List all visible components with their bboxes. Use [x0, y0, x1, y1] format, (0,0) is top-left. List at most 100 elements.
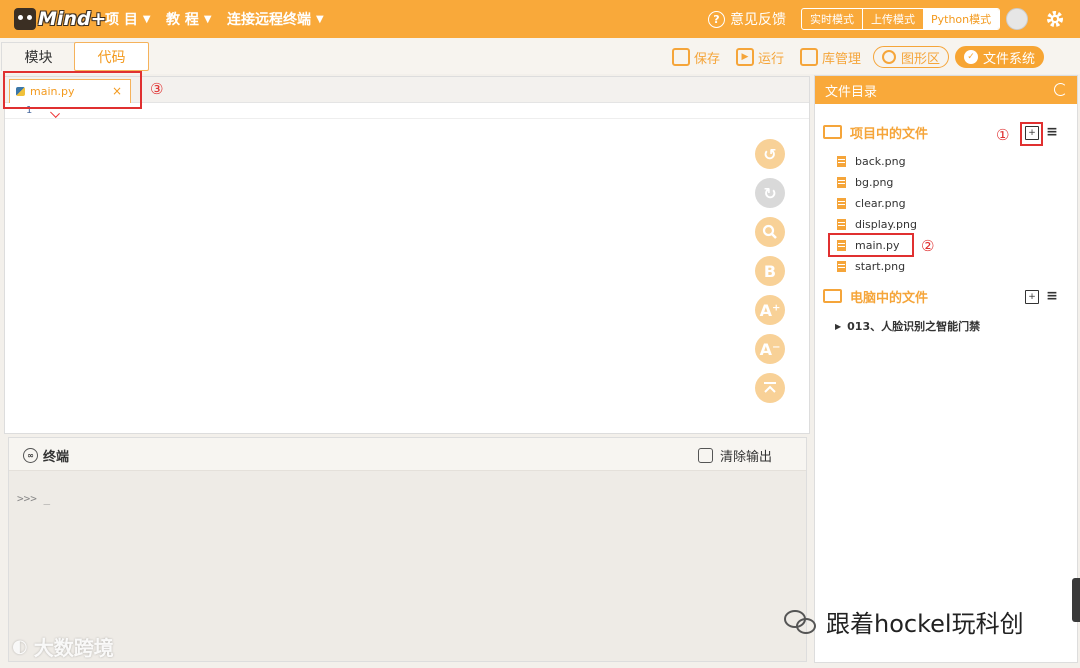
menu-list-icon[interactable]: ≡ — [1045, 124, 1059, 140]
broom-icon — [697, 448, 713, 463]
file-directory-header: 文件目录 — [815, 76, 1077, 104]
file-icon — [837, 197, 846, 209]
text-cursor — [50, 108, 60, 118]
file-item[interactable]: bg.png — [837, 173, 893, 191]
pc-folder-name: 013、人脸识别之智能门禁 — [847, 320, 981, 333]
undo-button[interactable]: ↺ — [755, 139, 785, 169]
menu-project-label: 项 目 — [105, 12, 138, 28]
link-icon: ∞ — [23, 448, 38, 463]
wechat-icon — [784, 608, 818, 636]
menu-project[interactable]: 项 目 ▼ — [105, 0, 151, 38]
mode-python[interactable]: Python模式 — [923, 9, 1000, 29]
save-button[interactable]: 保存 — [672, 46, 720, 68]
refresh-icon[interactable] — [1054, 83, 1067, 96]
redo-icon: ↻ — [763, 183, 777, 203]
chevron-down-icon: ▼ — [203, 13, 212, 25]
save-label: 保存 — [694, 51, 721, 67]
pc-files-section[interactable]: 电脑中的文件 — [823, 286, 928, 306]
file-icon — [837, 260, 846, 272]
app-logo: Mind+ — [14, 6, 106, 32]
feedback-label: 意见反馈 — [730, 12, 786, 28]
mode-upload[interactable]: 上传模式 — [863, 9, 923, 29]
menu-list-icon[interactable]: ≡ — [1045, 288, 1059, 304]
file-icon — [837, 176, 846, 188]
tab-code[interactable]: 代码 — [74, 42, 149, 71]
chevron-down-icon: ▼ — [142, 13, 151, 25]
scroll-top-button[interactable] — [755, 373, 785, 403]
top-bar: Mind+ 项 目 ▼ 教 程 ▼ 连接远程终端 ▼ ? 意见反馈 实时模式 上传模式… — [0, 0, 1080, 38]
clear-output-button[interactable]: 清除输出 — [697, 446, 772, 465]
target-icon — [882, 50, 896, 64]
feedback-button[interactable]: ? 意见反馈 — [708, 9, 786, 29]
file-directory-panel: 文件目录 项目中的文件 + ≡ back.png bg.png clear.pn… — [814, 75, 1078, 663]
to-top-icon — [764, 382, 776, 393]
library-manager-button[interactable]: 库管理 — [800, 46, 861, 68]
annotation-2: ② — [921, 237, 935, 255]
annotation-3: ③ — [150, 80, 164, 98]
file-name: clear.png — [855, 196, 906, 210]
file-item[interactable]: start.png — [837, 257, 905, 275]
terminal-prompt[interactable]: >>> _ — [17, 492, 50, 505]
menu-remote-terminal-label: 连接远程终端 — [227, 12, 311, 28]
save-icon — [672, 48, 690, 66]
menu-tutorial-label: 教 程 — [166, 12, 199, 28]
mode-realtime[interactable]: 实时模式 — [802, 9, 863, 29]
new-file-icon[interactable]: + — [1025, 290, 1039, 304]
terminal-panel: ∞ 终端 清除输出 >>> _ — [8, 437, 807, 662]
bold-icon: B — [763, 261, 777, 281]
watermark-right: 跟着hockel玩科创 — [784, 604, 1024, 639]
search-button[interactable] — [755, 217, 785, 247]
redo-button[interactable]: ↻ — [755, 178, 785, 208]
file-name: start.png — [855, 259, 906, 273]
code-editor: main.py × 1 ↺ ↻ B A⁺ A⁻ — [4, 76, 810, 434]
file-name: back.png — [855, 154, 906, 168]
annotation-1: ① — [996, 126, 1010, 144]
brand-name: Mind+ — [38, 8, 107, 30]
font-decrease-button[interactable]: A⁻ — [755, 334, 785, 364]
annotation-box-tab — [3, 71, 142, 109]
pc-folder-item[interactable]: ▶ 013、人脸识别之智能门禁 — [835, 318, 980, 334]
file-system-label: 文件系统 — [983, 51, 1036, 67]
menu-remote-terminal[interactable]: 连接远程终端 ▼ — [227, 0, 324, 38]
watermark-left: ◐ 大数跨境 — [12, 632, 114, 661]
library-icon — [800, 48, 818, 66]
terminal-header: ∞ 终端 清除输出 — [9, 438, 806, 471]
side-scroll-handle[interactable] — [1072, 578, 1080, 622]
project-files-section[interactable]: 项目中的文件 — [823, 122, 928, 142]
undo-icon: ↺ — [763, 144, 777, 164]
clear-output-label: 清除输出 — [719, 450, 772, 465]
terminal-title: ∞ 终端 — [23, 446, 69, 465]
run-button[interactable]: ▶ 运行 — [736, 46, 784, 68]
terminal-title-label: 终端 — [43, 450, 70, 465]
graphics-label: 图形区 — [901, 51, 941, 67]
file-name: display.png — [855, 217, 917, 231]
menu-tutorial[interactable]: 教 程 ▼ — [166, 0, 212, 38]
file-item[interactable]: clear.png — [837, 194, 906, 212]
mode-switch: 实时模式 上传模式 Python模式 — [801, 8, 1001, 30]
sub-toolbar: 模块 代码 保存 ▶ 运行 库管理 图形区 ✓ 文件系统 — [0, 38, 1080, 74]
annotation-box-new-file — [1020, 122, 1043, 146]
pc-files-label: 电脑中的文件 — [850, 290, 929, 306]
bold-button[interactable]: B — [755, 256, 785, 286]
file-item[interactable]: display.png — [837, 215, 917, 233]
play-icon: ▶ — [736, 48, 754, 66]
graphics-area-button[interactable]: 图形区 — [873, 46, 950, 68]
tab-blocks[interactable]: 模块 — [1, 42, 76, 71]
run-label: 运行 — [758, 51, 785, 67]
font-increase-button[interactable]: A⁺ — [755, 295, 785, 325]
file-directory-title: 文件目录 — [825, 84, 878, 100]
avatar[interactable] — [1006, 8, 1028, 30]
caret-right-icon: ▶ — [835, 321, 842, 331]
question-icon: ? — [708, 10, 725, 28]
watermark-right-text: 跟着hockel玩科创 — [826, 610, 1024, 638]
file-icon — [837, 218, 846, 230]
file-name: bg.png — [855, 175, 894, 189]
file-system-button[interactable]: ✓ 文件系统 — [955, 46, 1045, 68]
watermark-logo-icon: ◐ — [12, 636, 28, 657]
search-icon — [762, 224, 777, 239]
file-item[interactable]: back.png — [837, 152, 906, 170]
check-icon: ✓ — [964, 50, 978, 64]
gear-icon[interactable] — [1044, 8, 1066, 30]
file-icon — [837, 155, 846, 167]
folder-list-icon — [823, 125, 842, 139]
